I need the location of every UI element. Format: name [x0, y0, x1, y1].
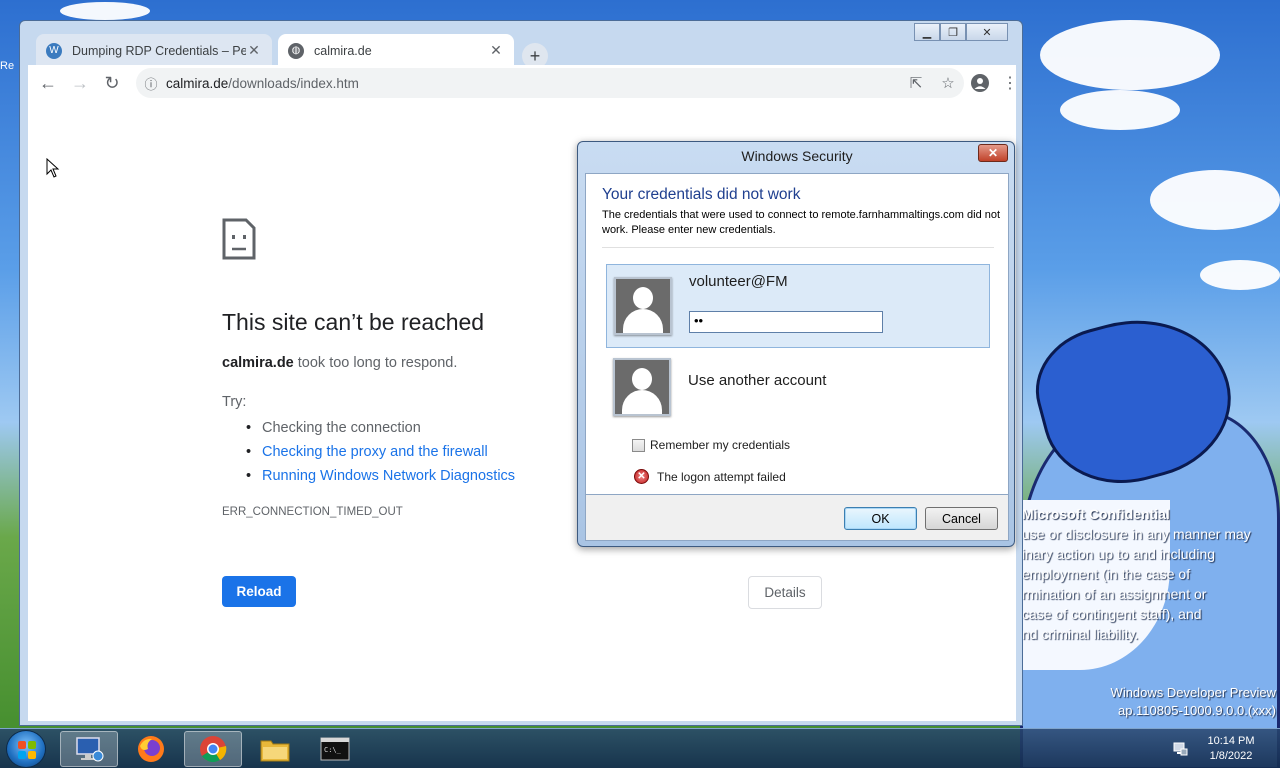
remote-desktop-icon[interactable] — [60, 731, 118, 767]
dialog-close-button[interactable]: ✕ — [978, 144, 1008, 162]
system-clock[interactable]: 10:14 PM 1/8/2022 — [1196, 734, 1266, 764]
cancel-button[interactable]: Cancel — [925, 507, 998, 530]
confidential-watermark: Microsoft Confidential use or disclosure… — [1022, 506, 1251, 642]
clock-time: 10:14 PM — [1207, 735, 1255, 747]
password-field[interactable]: •• — [689, 311, 883, 333]
menu-kebab-icon[interactable]: ⋮ — [998, 71, 1022, 95]
chrome-icon[interactable] — [184, 731, 242, 767]
suggestion-network-diagnostics-link[interactable]: Running Windows Network Diagnostics — [242, 464, 515, 488]
build-watermark: Windows Developer Preview ap.110805-1000… — [1110, 685, 1276, 718]
suggestions-list: Checking the connection Checking the pro… — [242, 416, 515, 488]
error-title: This site can’t be reached — [222, 309, 485, 335]
bookmark-star-icon[interactable]: ☆ — [932, 74, 964, 92]
error-code: ERR_CONNECTION_TIMED_OUT — [222, 506, 403, 518]
suggestion-check-connection: Checking the connection — [242, 416, 515, 440]
wordpress-icon: W — [46, 42, 62, 59]
dialog-footer: OK Cancel — [585, 495, 1009, 541]
error-description: calmira.de took too long to respond. — [222, 355, 458, 371]
logon-error-row: ✕ The logon attempt failed — [634, 469, 786, 484]
credential-tile-selected[interactable]: volunteer@FM •• — [606, 264, 990, 348]
taskbar: C:\_ 10:14 PM 1/8/2022 — [0, 728, 1280, 768]
try-label: Try: — [222, 394, 247, 410]
reload-icon[interactable]: ↻ — [100, 71, 124, 95]
forward-icon[interactable]: → — [68, 71, 92, 95]
user-avatar-icon — [614, 277, 672, 335]
profile-icon[interactable] — [968, 71, 992, 95]
network-icon[interactable] — [1172, 741, 1188, 757]
remember-credentials-label: Remember my credentials — [650, 438, 791, 452]
share-icon[interactable]: ⇱ — [900, 74, 932, 92]
start-button[interactable] — [6, 730, 46, 768]
dialog-message: The credentials that were used to connec… — [602, 209, 1001, 236]
remember-credentials-row[interactable]: Remember my credentials — [632, 438, 790, 452]
firefox-icon[interactable] — [122, 731, 180, 767]
mouse-cursor-icon — [46, 157, 60, 183]
use-another-account-tile[interactable]: Use another account — [606, 356, 990, 418]
back-icon[interactable]: ← — [36, 71, 60, 95]
dialog-title: Windows Security — [741, 148, 853, 164]
globe-icon: ◍ — [288, 42, 304, 59]
desktop-icon-label[interactable]: Re — [0, 60, 14, 72]
logon-error-text: The logon attempt failed — [657, 469, 786, 484]
tab-calmira[interactable]: ◍ calmira.de ✕ — [278, 34, 514, 67]
address-bar[interactable]: ⓘ calmira.de/downloads/index.htm ⇱ ☆ — [136, 68, 964, 98]
svg-text:C:\_: C:\_ — [324, 746, 342, 754]
sad-page-icon — [222, 218, 256, 265]
clock-date: 1/8/2022 — [1209, 750, 1253, 762]
error-x-icon: ✕ — [634, 469, 649, 484]
windows-security-dialog: Windows Security ✕ Your credentials did … — [577, 141, 1015, 547]
dialog-heading: Your credentials did not work — [602, 186, 801, 203]
dialog-body: Your credentials did not work The creden… — [585, 173, 1009, 495]
close-tab-icon[interactable]: ✕ — [246, 42, 262, 59]
suggestion-proxy-firewall-link[interactable]: Checking the proxy and the firewall — [242, 440, 515, 464]
tab-title: calmira.de — [314, 43, 372, 58]
reload-button[interactable]: Reload — [222, 576, 296, 607]
file-explorer-icon[interactable] — [246, 731, 304, 767]
info-icon[interactable]: ⓘ — [136, 74, 166, 93]
browser-toolbar: ← → ↻ ⓘ calmira.de/downloads/index.htm ⇱… — [28, 65, 1018, 101]
user-avatar-icon — [613, 358, 671, 416]
ok-button[interactable]: OK — [844, 507, 917, 530]
close-tab-icon[interactable]: ✕ — [488, 42, 504, 59]
remember-credentials-checkbox[interactable] — [632, 438, 645, 452]
url-text: calmira.de/downloads/index.htm — [166, 75, 359, 91]
dialog-divider — [602, 247, 994, 248]
use-another-account-label: Use another account — [688, 372, 827, 389]
tab-title: Dumping RDP Credentials – Pene — [72, 43, 246, 58]
command-prompt-icon[interactable]: C:\_ — [306, 731, 364, 767]
tab-dumping-rdp[interactable]: W Dumping RDP Credentials – Pene ✕ — [36, 34, 272, 67]
details-button[interactable]: Details — [748, 576, 822, 609]
credential-username: volunteer@FM — [689, 273, 788, 290]
